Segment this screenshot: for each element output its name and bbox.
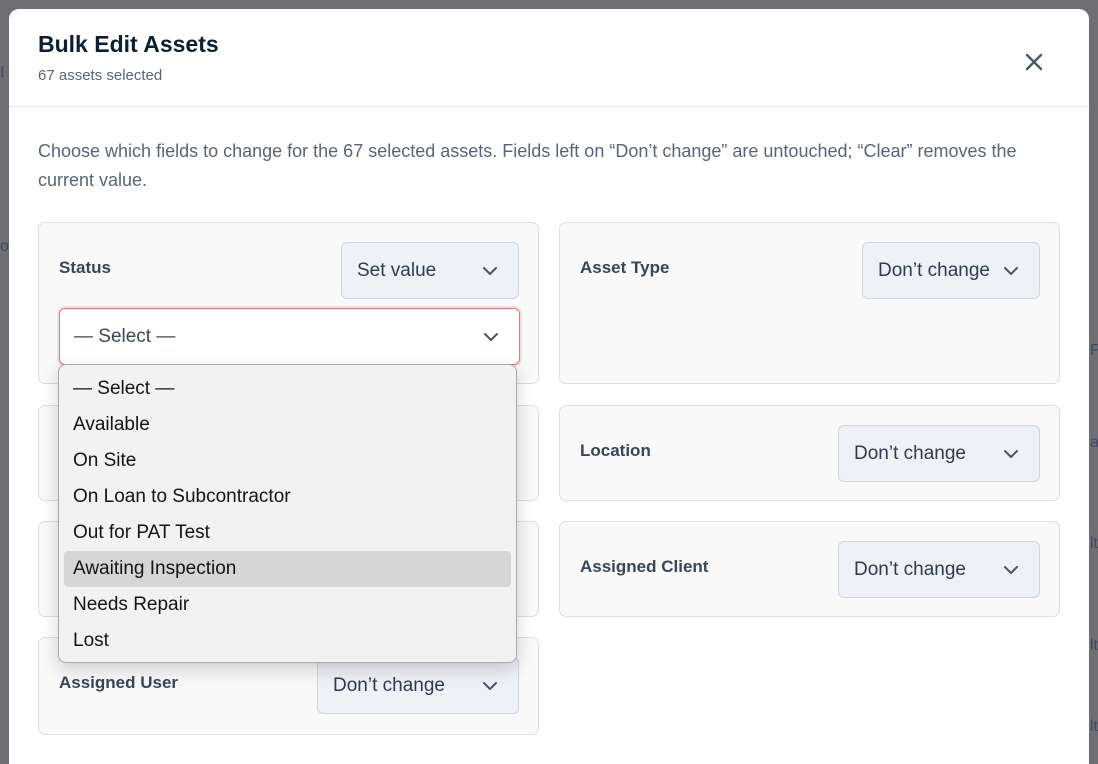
background-text: lt bbox=[1090, 535, 1098, 552]
status-mode-select[interactable]: Set value bbox=[341, 242, 519, 299]
background-text: F bbox=[1090, 342, 1098, 359]
chevron-down-icon bbox=[1004, 267, 1018, 275]
field-card-asset-type: Asset Type Don’t change bbox=[559, 222, 1060, 384]
dropdown-option-highlighted[interactable]: Awaiting Inspection bbox=[64, 551, 511, 587]
chevron-down-icon bbox=[483, 682, 497, 690]
assigned-user-mode-select[interactable]: Don’t change bbox=[317, 657, 519, 714]
value-placeholder: — Select — bbox=[74, 325, 176, 347]
mode-value: Don’t change bbox=[854, 442, 966, 464]
field-label: Assigned User bbox=[59, 673, 179, 692]
dropdown-option[interactable]: Needs Repair bbox=[64, 587, 511, 623]
modal-header: Bulk Edit Assets 67 assets selected bbox=[9, 9, 1089, 107]
field-card-assigned-client: Assigned Client Don’t change bbox=[559, 521, 1060, 617]
chevron-down-icon bbox=[483, 267, 497, 275]
chevron-down-icon bbox=[484, 333, 498, 341]
field-label: Location bbox=[580, 441, 651, 460]
dropdown-option[interactable]: Out for PAT Test bbox=[64, 515, 511, 551]
field-card-location: Location Don’t change bbox=[559, 405, 1060, 501]
status-value-select[interactable]: — Select — bbox=[59, 308, 520, 365]
mode-value: Set value bbox=[357, 259, 437, 281]
modal-subtitle: 67 assets selected bbox=[38, 67, 163, 84]
background-text: lt bbox=[1090, 718, 1098, 735]
asset-type-mode-select[interactable]: Don’t change bbox=[862, 242, 1040, 299]
dropdown-option[interactable]: Available bbox=[64, 407, 511, 443]
background-text: a bbox=[1090, 434, 1098, 451]
background-text: I bbox=[0, 64, 5, 81]
dropdown-option[interactable]: On Site bbox=[64, 443, 511, 479]
chevron-down-icon bbox=[1004, 566, 1018, 574]
background-text: lt bbox=[1090, 637, 1098, 654]
field-label: Asset Type bbox=[580, 258, 670, 277]
location-mode-select[interactable]: Don’t change bbox=[838, 425, 1040, 482]
dropdown-option[interactable]: Lost bbox=[64, 623, 511, 659]
chevron-down-icon bbox=[1004, 450, 1018, 458]
close-button[interactable] bbox=[1019, 47, 1049, 77]
field-label: Status bbox=[59, 258, 111, 277]
dropdown-option[interactable]: — Select — bbox=[64, 371, 511, 407]
dropdown-option[interactable]: On Loan to Subcontractor bbox=[64, 479, 511, 515]
status-dropdown-list[interactable]: — Select — Available On Site On Loan to … bbox=[58, 364, 517, 663]
close-icon bbox=[1025, 53, 1043, 71]
assigned-client-mode-select[interactable]: Don’t change bbox=[838, 541, 1040, 598]
modal-body: Choose which fields to change for the 67… bbox=[9, 107, 1089, 735]
background-text: o bbox=[0, 238, 9, 255]
mode-value: Don’t change bbox=[333, 674, 445, 696]
intro-text: Choose which fields to change for the 67… bbox=[38, 141, 1017, 190]
field-label: Assigned Client bbox=[580, 557, 709, 576]
mode-value: Don’t change bbox=[878, 259, 990, 281]
field-card-status: Status Set value — Select — bbox=[38, 222, 539, 384]
modal-title: Bulk Edit Assets bbox=[38, 31, 219, 57]
mode-value: Don’t change bbox=[854, 558, 966, 580]
